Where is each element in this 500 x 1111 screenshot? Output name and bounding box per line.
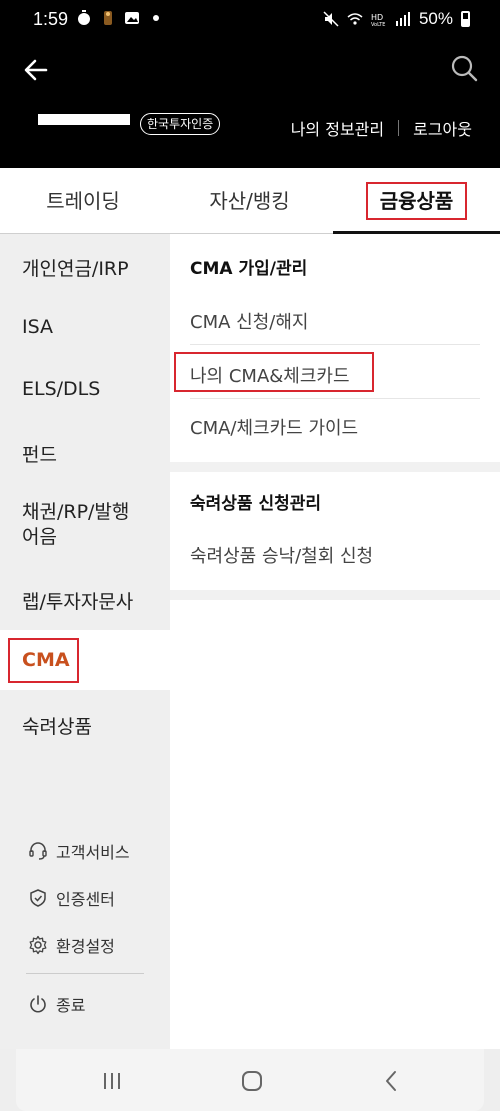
dot-icon	[153, 15, 159, 21]
battery-icon	[461, 11, 470, 27]
section-gap	[170, 590, 500, 600]
timer-icon	[78, 10, 90, 25]
utility-divider	[26, 973, 144, 974]
gallery-icon	[125, 12, 139, 24]
svg-text:HD: HD	[371, 13, 383, 22]
nav-item-fund[interactable]: 펀드	[0, 440, 170, 467]
tab-trading[interactable]: 트레이딩	[0, 168, 166, 234]
gear-icon	[29, 935, 47, 955]
nav-item-wrap-advisory[interactable]: 랩/투자자문사	[0, 587, 170, 614]
section-gap	[170, 462, 500, 472]
cert-badge[interactable]: 한국투자인증	[140, 113, 221, 135]
logout-link[interactable]: 로그아웃	[413, 116, 472, 140]
battery-percent: 50%	[418, 9, 453, 28]
link-divider	[398, 120, 400, 136]
submenu-panel: CMA 가입/관리 CMA 신청/해지 나의 CMA&체크카드 CMA/체크카드…	[170, 234, 500, 1049]
tab-financial-products-label: 금융상품	[365, 182, 468, 220]
wifi-icon	[347, 13, 363, 25]
search-icon[interactable]	[450, 54, 478, 82]
highlight-box	[8, 638, 79, 683]
nav-item-deliberation[interactable]: 숙려상품	[0, 712, 170, 739]
back-arrow-icon[interactable]	[22, 56, 50, 84]
exit-label: 종료	[56, 996, 86, 1015]
signal-icon	[395, 12, 410, 26]
cert-center-link[interactable]: 인증센터	[28, 886, 158, 910]
shield-check-icon	[30, 889, 46, 907]
app-header: 한국투자인증 나의 정보관리 로그아웃	[0, 40, 500, 168]
system-nav-bar	[0, 1049, 500, 1111]
nav-item-bond-line2: 어음	[22, 526, 57, 548]
header-links: 나의 정보관리 로그아웃	[291, 116, 472, 140]
my-info-link[interactable]: 나의 정보관리	[291, 116, 384, 140]
exit-link[interactable]: 종료	[28, 992, 158, 1016]
user-name-redacted	[38, 114, 130, 125]
settings-label: 환경설정	[56, 937, 115, 956]
nav-item-els-dls[interactable]: ELS/DLS	[0, 378, 170, 400]
customer-service-label: 고객서비스	[56, 843, 130, 862]
nav-item-cma[interactable]: CMA	[0, 630, 170, 690]
settings-link[interactable]: 환경설정	[28, 933, 158, 957]
section-title-deliberation: 숙려상품 신청관리	[190, 494, 322, 514]
left-nav: 개인연금/IRP ISA ELS/DLS 펀드 채권/RP/발행 어음 랩/투자…	[0, 234, 170, 1049]
nav-item-isa[interactable]: ISA	[0, 316, 170, 338]
svg-text:VoLTE: VoLTE	[371, 22, 385, 27]
mute-icon	[323, 11, 339, 27]
power-icon	[30, 995, 46, 1013]
notification-icons	[76, 10, 164, 26]
recent-apps-icon[interactable]	[100, 1069, 124, 1093]
status-bar: 1:59 HD VoLTE 50%	[0, 0, 500, 40]
system-icons: HD VoLTE 50%	[323, 9, 470, 29]
hd-voice-icon: HDVoLTE	[371, 13, 385, 27]
row-divider	[190, 344, 480, 345]
figure-icon	[104, 11, 112, 25]
customer-service-link[interactable]: 고객서비스	[28, 839, 158, 863]
home-icon[interactable]	[240, 1069, 264, 1093]
tab-assets-banking[interactable]: 자산/뱅킹	[166, 168, 333, 234]
tab-financial-products[interactable]: 금융상품	[333, 168, 500, 234]
menu-cma-apply-cancel[interactable]: CMA 신청/해지	[190, 308, 480, 334]
menu-cma-checkcard-guide[interactable]: CMA/체크카드 가이드	[190, 414, 480, 440]
back-nav-icon[interactable]	[380, 1069, 404, 1093]
nav-item-bond-rp[interactable]: 채권/RP/발행 어음	[0, 500, 170, 550]
nav-item-pension-irp[interactable]: 개인연금/IRP	[0, 254, 170, 281]
system-nav-inner	[16, 1049, 484, 1111]
category-tabs: 트레이딩 자산/뱅킹 금융상품	[0, 168, 500, 234]
status-time: 1:59	[33, 9, 69, 29]
menu-deliberation-accept-withdraw[interactable]: 숙려상품 승낙/철회 신청	[190, 542, 480, 568]
highlight-box	[174, 352, 374, 392]
nav-item-bond-line1: 채권/RP/발행	[22, 501, 130, 523]
section-title-cma: CMA 가입/관리	[190, 259, 308, 279]
headset-icon	[29, 842, 47, 860]
cert-center-label: 인증센터	[56, 890, 115, 909]
row-divider	[190, 398, 480, 399]
